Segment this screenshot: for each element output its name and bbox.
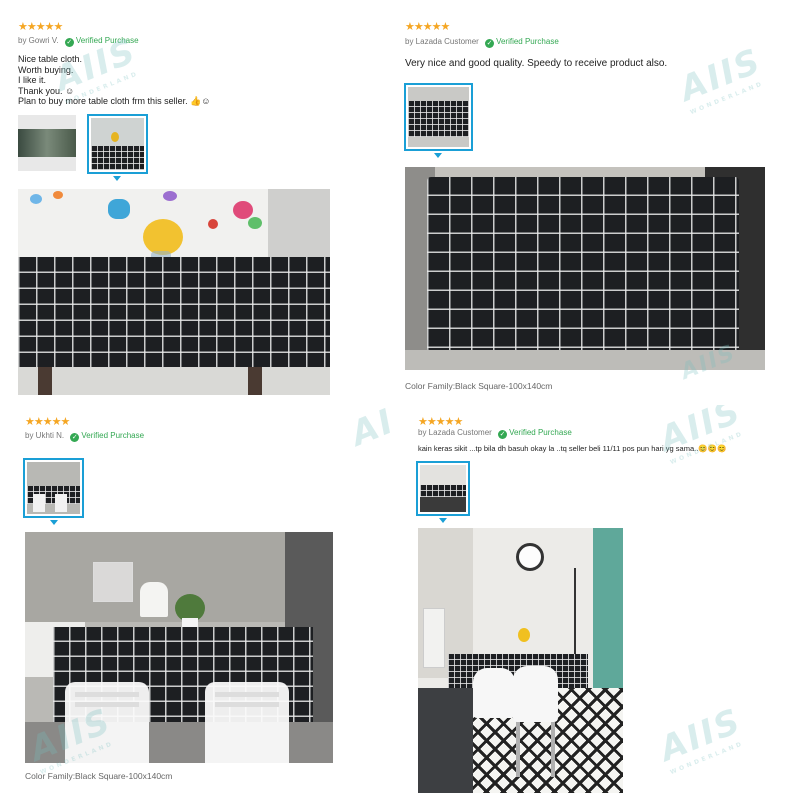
review-thumbnail-selected[interactable] — [87, 114, 148, 174]
reviewer-name: by Gowri V. — [18, 36, 59, 45]
check-circle-icon: ✓ — [485, 39, 495, 48]
verified-label: Verified Purchase — [81, 431, 145, 440]
verified-label: Verified Purchase — [75, 36, 139, 45]
caret-down-icon — [434, 153, 442, 158]
review-thumbnail[interactable] — [18, 115, 76, 171]
review-thumbnail-selected[interactable] — [23, 458, 84, 518]
check-circle-icon: ✓ — [70, 433, 80, 442]
check-circle-icon: ✓ — [498, 430, 508, 439]
check-circle-icon: ✓ — [64, 38, 74, 47]
reviewer-name: by Lazada Customer — [405, 37, 479, 46]
review-line: kain keras sikit ...tp bila dh basuh oka… — [418, 444, 727, 453]
verified-label: Verified Purchase — [496, 37, 559, 46]
review-thumbnail-selected[interactable] — [404, 83, 473, 151]
rating-stars: ★★★★★ — [405, 21, 450, 33]
watermark: AIIS WONDERLAND — [654, 700, 748, 777]
review-text: kain keras sikit ...tp bila dh basuh oka… — [418, 444, 726, 455]
verified-badge: ✓ Verified Purchase — [498, 428, 572, 439]
review-text: Very nice and good quality. Speedy to re… — [405, 58, 668, 70]
watermark: AIIS — [345, 405, 390, 455]
review-card-2: ★★★★★ by Lazada Customer ✓ Verified Purch… — [395, 10, 795, 400]
rating-stars: ★★★★★ — [418, 416, 463, 428]
review-line: Thank you. ☺ — [18, 85, 75, 96]
review-line: Plan to buy more table cloth frm this se… — [18, 96, 211, 106]
reviewer-byline: by Lazada Customer ✓ Verified Purchase — [405, 37, 559, 48]
caret-down-icon — [113, 176, 121, 181]
product-variant-caption: Color Family:Black Square-100x140cm — [405, 381, 553, 391]
review-card-4: ★★★★★ by Lazada Customer ✓ Verified Purch… — [410, 405, 795, 795]
review-line: Very nice and good quality. Speedy to re… — [405, 58, 668, 69]
caret-down-icon — [50, 520, 58, 525]
review-line: Nice table cloth. — [18, 54, 83, 64]
review-line: Worth buying. — [18, 64, 74, 75]
watermark: AIIS WONDERLAND — [674, 40, 768, 117]
review-photo — [18, 189, 330, 395]
review-thumbnail-selected[interactable] — [416, 461, 470, 516]
review-card-1: ★★★★★ by Gowri V. ✓ Verified Purchase Nic… — [10, 10, 390, 400]
review-photo — [418, 528, 623, 793]
review-text: Nice table cloth. Worth buying. I like i… — [18, 54, 210, 107]
caret-down-icon — [439, 518, 447, 523]
reviewer-byline: by Ukhti N. ✓ Verified Purchase — [25, 431, 144, 442]
review-photo — [25, 532, 333, 763]
review-photo — [405, 167, 765, 370]
rating-stars: ★★★★★ — [25, 416, 70, 428]
reviewer-name: by Ukhti N. — [25, 431, 65, 440]
reviewer-name: by Lazada Customer — [418, 428, 492, 437]
verified-badge: ✓ Verified Purchase — [64, 36, 139, 47]
reviewer-byline: by Gowri V. ✓ Verified Purchase — [18, 36, 139, 47]
verified-label: Verified Purchase — [509, 428, 572, 437]
product-variant-caption: Color Family:Black Square-100x140cm — [25, 771, 173, 781]
watermark: AIIS WONDERLAND — [654, 405, 748, 467]
rating-stars: ★★★★★ — [18, 21, 63, 33]
reviewer-byline: by Lazada Customer ✓ Verified Purchase — [418, 428, 572, 439]
review-card-3: ★★★★★ by Ukhti N. ✓ Verified Purchase Col… — [10, 405, 390, 795]
review-line: I like it. — [18, 75, 47, 85]
verified-badge: ✓ Verified Purchase — [485, 37, 559, 48]
verified-badge: ✓ Verified Purchase — [70, 431, 145, 442]
